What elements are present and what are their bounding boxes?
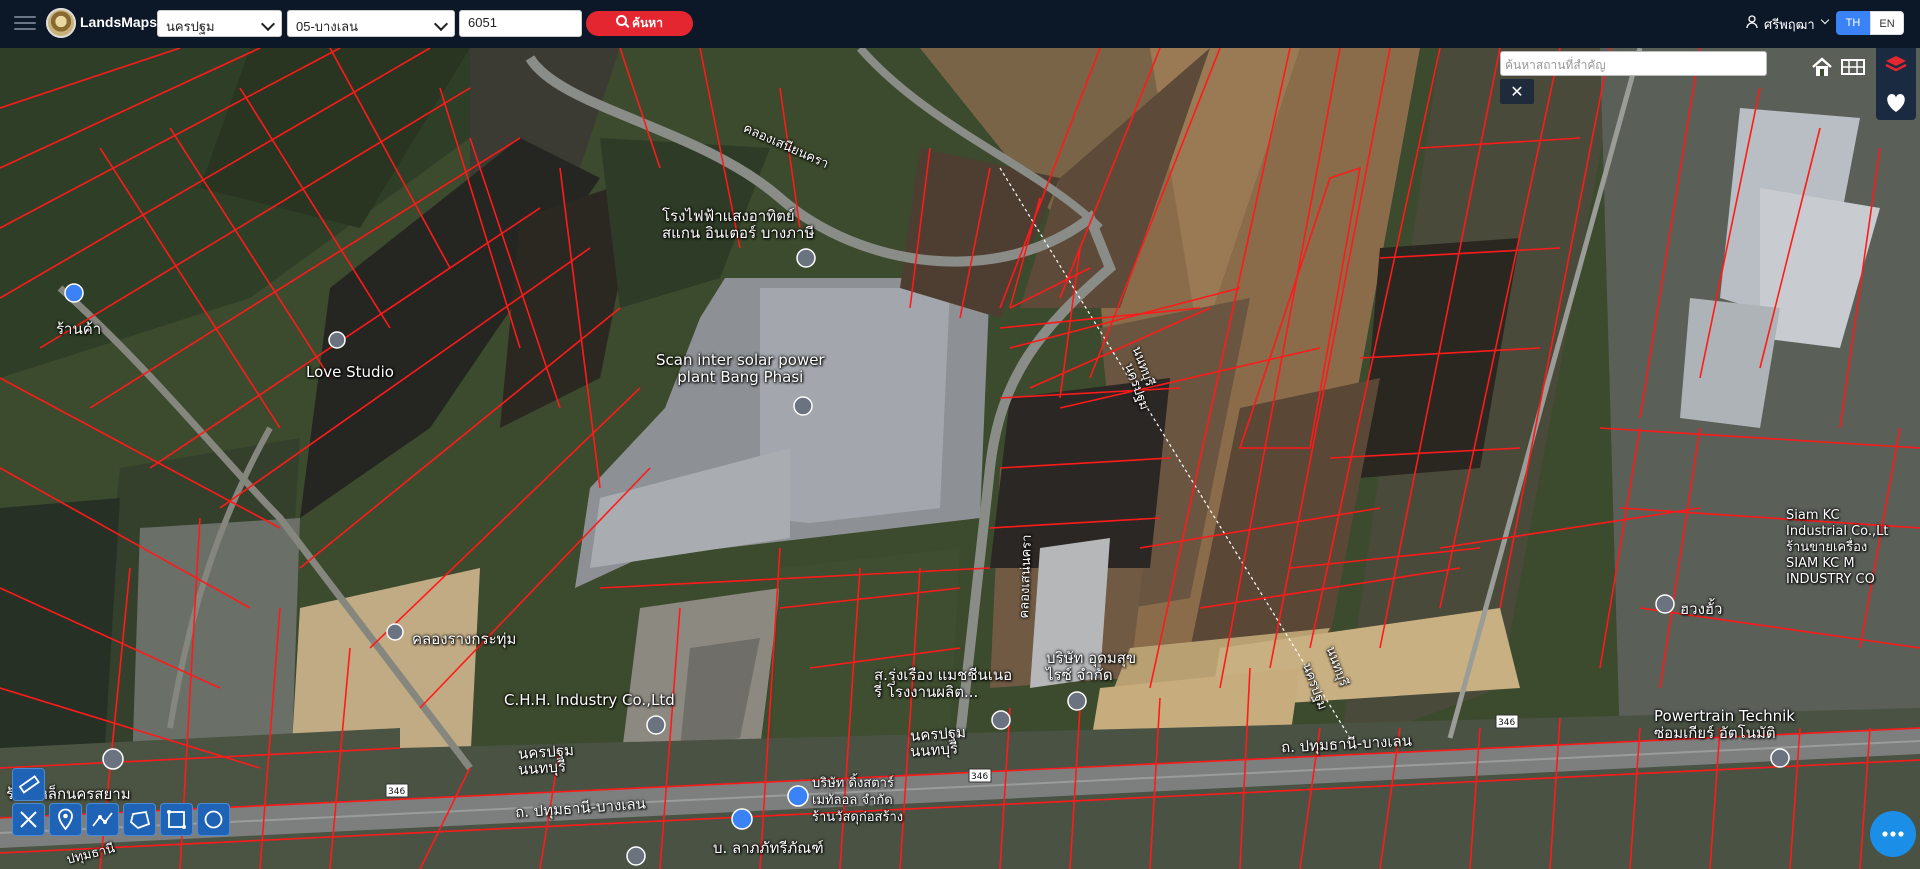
place-search-placeholder: ค้นหาสถานที่สำคัญ	[1505, 58, 1606, 72]
map-label-chh: C.H.H. Industry Co.,Ltd	[504, 691, 675, 709]
circle-icon[interactable]	[197, 803, 230, 836]
map-label-nonthaburi-4: นนทบุรี	[909, 739, 959, 761]
map-label-text: ไรซ์ จำกัด	[1046, 666, 1113, 684]
route-shield-label: 346	[971, 772, 989, 782]
search-icon	[616, 15, 628, 26]
right-toolbar	[1876, 48, 1916, 120]
map-label-text: ส.รุ่งเรือง แมชชีนเนอ	[874, 666, 1013, 684]
top-bar: LandsMaps นครปฐม 05-บางเลน 6051 ค้นหา ศร…	[0, 0, 1920, 48]
search-button[interactable]: ค้นหา	[586, 11, 693, 36]
chevron-down-icon	[433, 16, 449, 32]
map-label-text: Siam KC	[1786, 508, 1840, 523]
map-label-powertrain: Powertrain Technik ซ่อมเกียร์ อัตโนมัติ	[1654, 708, 1795, 742]
chevron-down-icon[interactable]	[1820, 15, 1830, 25]
map-label-text: INDUSTRY CO	[1786, 572, 1875, 587]
map-label-text: ร้านวัสดุก่อสร้าง	[812, 810, 904, 825]
parcel-number-input[interactable]: 6051	[459, 10, 582, 37]
map-label-canal-road: คลองเสน่นครา	[1017, 534, 1035, 619]
route-shield-label: 346	[388, 787, 406, 797]
satellite-map[interactable]: โรงไฟฟ้าแสงอาทิตย์ สแกน อินเตอร์ บางภาษี …	[0, 48, 1920, 869]
layers-icon[interactable]	[1876, 48, 1916, 82]
landsmaps-logo[interactable]	[46, 8, 76, 38]
ruler-cross-icon[interactable]	[12, 803, 45, 836]
map-label-text: Industrial Co.,Lt	[1786, 524, 1889, 539]
map-label-text: บริษัท อุดมสุข	[1046, 649, 1137, 667]
chevron-down-icon	[260, 16, 276, 32]
brand-name: LandsMaps	[80, 14, 158, 30]
chat-icon[interactable]	[1870, 811, 1916, 857]
map-label-text: plant Bang Phasi	[677, 368, 804, 386]
map-label-huangho: ฮวงฮั้ว	[1680, 600, 1723, 618]
map-label-canal-rang: คลองรางกระทุ่ม	[412, 630, 517, 648]
map-label-ding: บริษัท ดิ้งสตาร์เมทัลอล จำกัดร้านวัสดุก่…	[812, 775, 903, 826]
place-search-input[interactable]: ค้นหาสถานที่สำคัญ	[1500, 51, 1767, 76]
map-label-text: บริษัท ดิ้งสตาร์	[812, 776, 894, 791]
parcel-number-value: 6051	[468, 15, 497, 30]
map-canvas[interactable]	[0, 48, 1920, 869]
close-icon[interactable]: ✕	[1500, 79, 1534, 104]
map-label-shop: ร้านค้า	[56, 320, 102, 338]
district-value: 05-บางเลน	[296, 19, 358, 34]
line-measure-icon[interactable]	[86, 803, 119, 836]
map-label-nonthaburi-3: นนทบุรี	[517, 757, 567, 779]
province-select[interactable]: นครปฐม	[157, 10, 282, 37]
map-label-text: สแกน อินเตอร์ บางภาษี	[662, 224, 815, 242]
location-pin-icon[interactable]	[49, 803, 82, 836]
home-icon[interactable]	[1807, 52, 1837, 82]
menu-icon[interactable]	[14, 13, 36, 33]
route-shield-label: 346	[1498, 718, 1516, 728]
province-value: นครปฐม	[166, 19, 215, 34]
map-label-text: ซ่อมเกียร์ อัตโนมัติ	[1654, 724, 1776, 742]
rectangle-icon[interactable]	[160, 803, 193, 836]
map-label-text: Powertrain Technik	[1654, 707, 1795, 725]
map-label-siam: Siam KC Industrial Co.,Lt ร้านขายเครื่อง SI…	[1786, 508, 1889, 588]
user-icon[interactable]	[1746, 15, 1758, 29]
user-menu[interactable]: ศรีพฤฒา	[1764, 14, 1815, 35]
map-label-udom: บริษัท อุดมสุข ไรซ์ จำกัด	[1046, 650, 1136, 684]
map-label-text: โรงไฟฟ้าแสงอาทิตย์	[662, 207, 795, 225]
map-label-lamphu: บ. ลาภภัทรีภัณฑ์	[713, 839, 824, 857]
ruler-icon[interactable]	[12, 768, 45, 801]
heart-icon[interactable]	[1876, 86, 1916, 120]
district-select[interactable]: 05-บางเลน	[287, 10, 455, 37]
map-label-text: เมทัลอล จำกัด	[812, 793, 893, 808]
lang-en-button[interactable]: EN	[1870, 11, 1904, 35]
grid-icon[interactable]	[1838, 52, 1868, 82]
map-label-sr: ส.รุ่งเรือง แมชชีนเนอ รี่ โรงงานผลิต...	[874, 667, 1012, 701]
map-label-text: ร้านขายเครื่อง	[1786, 540, 1868, 555]
search-button-label: ค้นหา	[632, 16, 663, 30]
polygon-icon[interactable]	[123, 803, 156, 836]
map-label-plant-thai: โรงไฟฟ้าแสงอาทิตย์ สแกน อินเตอร์ บางภาษี	[662, 208, 814, 242]
lang-th-button[interactable]: TH	[1836, 11, 1870, 35]
map-label-love-studio: Love Studio	[306, 363, 394, 381]
map-label-text: SIAM KC M	[1786, 556, 1855, 571]
map-label-text: รี่ โรงงานผลิต...	[874, 683, 979, 701]
map-label-text: Scan inter solar power	[656, 351, 825, 369]
map-label-plant-en: Scan inter solar power plant Bang Phasi	[656, 352, 825, 386]
